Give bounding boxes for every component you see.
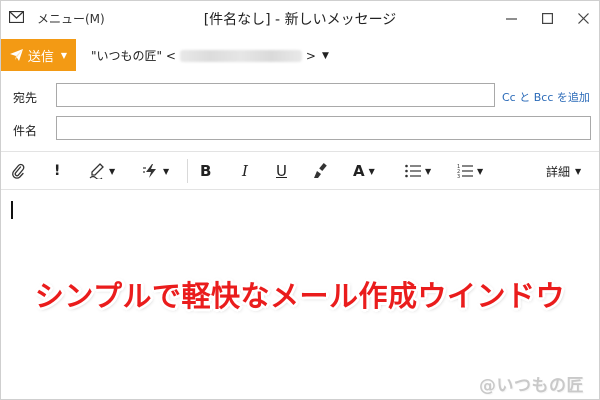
bullet-list-icon [405, 164, 421, 178]
sender-address-redacted [179, 49, 302, 62]
add-cc-bcc-link[interactable]: Cc と Bcc を追加 [502, 89, 590, 105]
numbered-list-button[interactable]: 1 2 3 ▼ [457, 161, 483, 181]
format-toolbar: ! ▼ ▼ B I U A ▼ ▼ 1 2 3 ▼ 詳細 ▼ [1, 153, 599, 189]
font-color-button[interactable]: A ▼ [353, 161, 375, 181]
signature-button[interactable]: ▼ [89, 161, 115, 181]
chevron-down-icon: ▼ [368, 166, 375, 176]
send-dropdown-icon[interactable]: ▼ [61, 51, 67, 60]
minimize-button[interactable] [496, 5, 526, 31]
attach-button[interactable] [11, 161, 25, 181]
send-row: 送信 ▼ "いつもの匠" < > ▼ [1, 39, 599, 71]
brush-icon [314, 163, 327, 178]
maximize-icon [541, 12, 553, 24]
minimize-icon [505, 17, 517, 20]
details-label: 詳細 [546, 165, 571, 179]
sender-dropdown-icon[interactable]: ▼ [322, 51, 329, 61]
divider [1, 189, 599, 190]
watermark: @いつもの匠 [479, 376, 584, 396]
signature-pen-icon [89, 163, 104, 179]
chevron-down-icon: ▼ [477, 166, 484, 176]
clear-format-button[interactable] [312, 161, 328, 181]
svg-text:3: 3 [457, 174, 460, 178]
to-label: 宛先 [13, 91, 38, 105]
underline-button[interactable]: U [276, 161, 287, 181]
divider [1, 151, 599, 152]
text-cursor [11, 201, 13, 219]
chevron-down-icon: ▼ [163, 166, 170, 176]
font-color-label: A [353, 162, 365, 180]
to-field[interactable] [56, 83, 495, 107]
title-bar: メニュー(M) [件名なし] - 新しいメッセージ [1, 1, 599, 35]
importance-button[interactable]: ! [54, 161, 60, 181]
send-button[interactable]: 送信 ▼ [1, 39, 76, 71]
sender-name: "いつもの匠" < [91, 49, 176, 63]
sender-closing: > [305, 48, 316, 63]
lightning-icon [143, 164, 156, 178]
chevron-down-icon: ▼ [575, 167, 582, 176]
caption-overlay: シンプルで軽快なメール作成ウインドウ [34, 279, 566, 313]
mail-icon[interactable] [9, 11, 24, 23]
send-label: 送信 [27, 49, 54, 65]
details-button[interactable]: 詳細 ▼ [546, 163, 581, 180]
italic-button[interactable]: I [242, 161, 248, 181]
paperclip-icon [12, 163, 25, 179]
paper-plane-icon [9, 49, 23, 61]
close-button[interactable] [568, 5, 598, 31]
numbered-list-icon: 1 2 3 [457, 164, 473, 178]
maximize-button[interactable] [532, 5, 562, 31]
menu-button[interactable]: メニュー(M) [37, 10, 105, 27]
chevron-down-icon: ▼ [109, 166, 116, 176]
compose-window: メニュー(M) [件名なし] - 新しいメッセージ 送信 ▼ "いつもの匠" <… [0, 0, 600, 400]
sender-selector[interactable]: "いつもの匠" < > ▼ [91, 47, 329, 64]
chevron-down-icon: ▼ [425, 166, 432, 176]
subject-label: 件名 [13, 124, 38, 138]
close-icon [577, 12, 589, 24]
quick-parts-button[interactable]: ▼ [143, 161, 169, 181]
toolbar-separator [187, 159, 188, 183]
bullet-list-button[interactable]: ▼ [405, 161, 431, 181]
bold-button[interactable]: B [200, 161, 211, 181]
subject-field[interactable] [56, 116, 591, 140]
